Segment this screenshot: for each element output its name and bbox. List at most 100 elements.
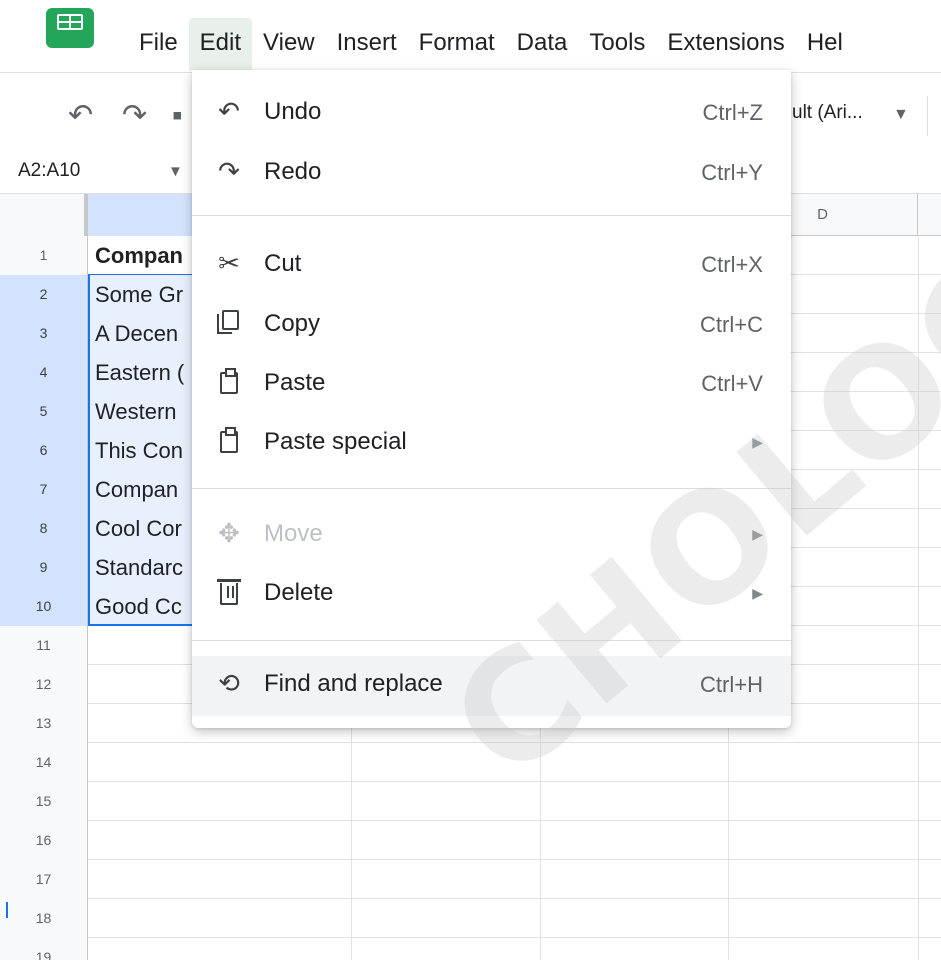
menu-item-paste[interactable]: Paste Ctrl+V bbox=[192, 355, 791, 411]
shortcut-label: Ctrl+V bbox=[701, 371, 763, 396]
submenu-arrow-icon: ▶ bbox=[752, 434, 763, 450]
row-header[interactable]: 9 bbox=[0, 548, 88, 587]
menu-data[interactable]: Data bbox=[506, 18, 579, 70]
row-header[interactable]: 4 bbox=[0, 353, 88, 392]
clipboard-icon bbox=[214, 426, 244, 456]
cell-gridline bbox=[918, 509, 919, 548]
select-all-corner[interactable] bbox=[0, 194, 88, 236]
menu-item-paste-special[interactable]: Paste special ▶ bbox=[192, 414, 791, 470]
chevron-down-icon[interactable]: ▼ bbox=[168, 163, 183, 180]
row-header[interactable]: 8 bbox=[0, 509, 88, 548]
menu-item-label: Copy bbox=[264, 310, 321, 337]
redo-icon[interactable]: ↷ bbox=[122, 98, 147, 134]
table-row: 16 bbox=[0, 821, 941, 860]
find-replace-icon: ⟲ bbox=[218, 668, 240, 698]
cell-a[interactable] bbox=[88, 899, 352, 938]
row-header[interactable]: 16 bbox=[0, 821, 88, 860]
menu-item-delete[interactable]: Delete ▶ bbox=[192, 565, 791, 621]
row-header[interactable]: 11 bbox=[0, 626, 88, 665]
menu-item-label: Find and replace bbox=[264, 670, 443, 697]
row-header[interactable]: 14 bbox=[0, 743, 88, 782]
row-header[interactable]: 13 bbox=[0, 704, 88, 743]
row-header[interactable]: 7 bbox=[0, 470, 88, 509]
menu-item-label: Paste special bbox=[264, 428, 407, 455]
shortcut-label: Ctrl+C bbox=[700, 312, 763, 337]
menu-item-redo[interactable]: ↷ Redo Ctrl+Y bbox=[192, 144, 791, 200]
cell-gridline bbox=[918, 938, 919, 960]
menu-view[interactable]: View bbox=[252, 18, 326, 70]
cell-gridline bbox=[728, 821, 729, 860]
undo-icon[interactable]: ↶ bbox=[68, 98, 93, 134]
menu-format[interactable]: Format bbox=[408, 18, 506, 70]
cell-gridline bbox=[918, 743, 919, 782]
cell-a[interactable] bbox=[88, 821, 352, 860]
row-header[interactable]: 15 bbox=[0, 782, 88, 821]
cell-gridline bbox=[728, 782, 729, 821]
cell-gridline bbox=[540, 782, 541, 821]
cell-gridline bbox=[918, 899, 919, 938]
cell-a[interactable] bbox=[88, 860, 352, 899]
row-header[interactable]: 5 bbox=[0, 392, 88, 431]
cell-gridline bbox=[918, 548, 919, 587]
menu-item-cut[interactable]: ✂ Cut Ctrl+X bbox=[192, 236, 791, 292]
menu-item-label: Redo bbox=[264, 158, 322, 185]
table-row: 17 bbox=[0, 860, 941, 899]
row-header[interactable]: 10 bbox=[0, 587, 88, 626]
row-header[interactable]: 6 bbox=[0, 431, 88, 470]
menu-extensions[interactable]: Extensions bbox=[656, 18, 795, 70]
table-row: 14 bbox=[0, 743, 941, 782]
chevron-down-icon[interactable]: ▼ bbox=[893, 106, 909, 124]
menubar: File Edit View Insert Format Data Tools … bbox=[128, 18, 854, 70]
cell-gridline bbox=[540, 938, 541, 960]
cell-a[interactable] bbox=[88, 743, 352, 782]
move-arrows-icon: ✥ bbox=[218, 518, 240, 548]
cell-gridline bbox=[728, 743, 729, 782]
row-header[interactable]: 18 bbox=[0, 899, 88, 938]
clipboard-icon bbox=[214, 367, 244, 397]
menu-divider bbox=[192, 488, 791, 489]
row-header[interactable]: 17 bbox=[0, 860, 88, 899]
cell-gridline bbox=[540, 743, 541, 782]
shortcut-label: Ctrl+Y bbox=[701, 160, 763, 185]
cell-gridline bbox=[728, 899, 729, 938]
menu-item-undo[interactable]: ↶ Undo Ctrl+Z bbox=[192, 84, 791, 140]
menu-item-copy[interactable]: Copy Ctrl+C bbox=[192, 296, 791, 352]
cell-gridline bbox=[918, 782, 919, 821]
menu-divider bbox=[192, 640, 791, 641]
row-header[interactable]: 12 bbox=[0, 665, 88, 704]
cell-a[interactable] bbox=[88, 938, 352, 960]
menu-edit[interactable]: Edit bbox=[188, 18, 253, 70]
cell-gridline bbox=[918, 626, 919, 665]
menu-insert[interactable]: Insert bbox=[326, 18, 408, 70]
font-family-select[interactable]: ult (Ari... bbox=[792, 102, 863, 124]
cell-a[interactable] bbox=[88, 782, 352, 821]
print-icon[interactable]: ▪ bbox=[172, 98, 183, 134]
menu-item-find-replace[interactable]: ⟲ Find and replace Ctrl+H bbox=[192, 656, 791, 716]
sheets-logo-icon[interactable] bbox=[46, 8, 94, 48]
menu-divider bbox=[192, 215, 791, 216]
cell-gridline bbox=[540, 899, 541, 938]
cell-gridline bbox=[918, 470, 919, 509]
toolbar-divider bbox=[927, 96, 928, 136]
cell-gridline bbox=[918, 587, 919, 626]
menu-file[interactable]: File bbox=[128, 18, 189, 70]
menu-tools[interactable]: Tools bbox=[578, 18, 656, 70]
shortcut-label: Ctrl+H bbox=[700, 672, 763, 697]
name-box[interactable]: A2:A10 bbox=[18, 160, 80, 182]
row-header[interactable]: 19 bbox=[0, 938, 88, 960]
submenu-arrow-icon: ▶ bbox=[752, 585, 763, 601]
row-cursor-indicator bbox=[6, 902, 8, 918]
cell-gridline bbox=[728, 938, 729, 960]
cell-gridline bbox=[918, 704, 919, 743]
row-header[interactable]: 2 bbox=[0, 275, 88, 314]
scissors-icon: ✂ bbox=[218, 248, 240, 278]
menu-help[interactable]: Hel bbox=[796, 18, 854, 70]
undo-icon: ↶ bbox=[218, 96, 240, 126]
cell-gridline bbox=[918, 353, 919, 392]
row-header[interactable]: 1 bbox=[0, 236, 88, 275]
redo-icon: ↷ bbox=[218, 156, 240, 186]
menu-item-label: Delete bbox=[264, 579, 334, 606]
cell-gridline bbox=[540, 821, 541, 860]
row-header[interactable]: 3 bbox=[0, 314, 88, 353]
menu-item-label: Undo bbox=[264, 98, 322, 125]
